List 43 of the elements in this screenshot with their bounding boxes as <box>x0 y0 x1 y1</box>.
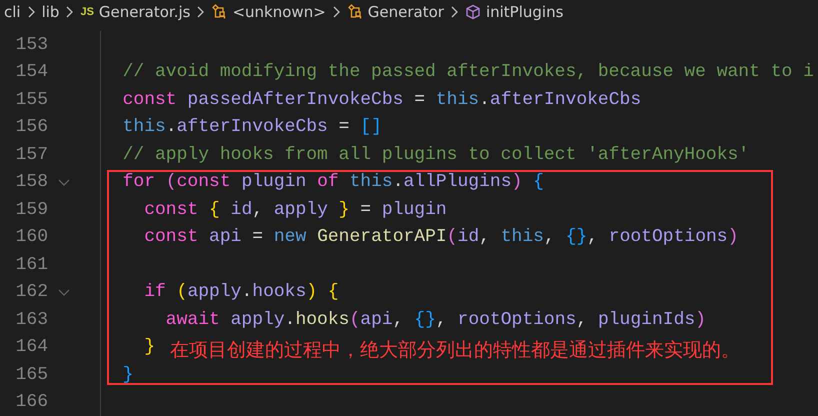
line-number: 155 <box>14 90 48 110</box>
chevron-down-icon[interactable] <box>58 288 70 296</box>
breadcrumb-item[interactable]: lib <box>42 3 60 21</box>
line-number: 164 <box>14 337 48 358</box>
chevron-right-icon <box>66 6 74 18</box>
code-line: // avoid modifying the passed afterInvokes, because we want to i <box>122 62 814 82</box>
line-number: 161 <box>14 254 48 275</box>
class-symbol-icon <box>211 4 228 20</box>
js-file-icon: JS <box>80 6 94 18</box>
chevron-right-icon <box>332 6 340 18</box>
line-number: 162 <box>14 282 48 302</box>
line-number: 153 <box>14 34 48 55</box>
code-line: } <box>122 364 134 385</box>
code-line: // apply hooks from all plugins to collect 'afterAnyHooks' <box>122 144 750 165</box>
code-line: for (const plugin of this.allPlugins) { <box>122 172 544 192</box>
code-line: const api = new GeneratorAPI(id, this, {}, rootOptions) <box>143 227 738 248</box>
line-number: 157 <box>14 144 48 165</box>
breadcrumb-item[interactable]: Generator.js <box>98 3 190 21</box>
line-number: 166 <box>14 392 48 412</box>
line-number: 163 <box>14 310 48 330</box>
line-number: 156 <box>14 117 48 138</box>
line-number: 159 <box>14 200 48 220</box>
chevron-right-icon <box>450 6 458 18</box>
cube-icon <box>464 4 481 20</box>
line-number: 154 <box>14 62 48 82</box>
breadcrumb-item[interactable]: cli <box>4 3 21 21</box>
code-line: } <box>143 337 156 358</box>
breadcrumb-item[interactable]: initPlugins <box>486 3 564 21</box>
annotation-text: 在项目创建的过程中，绝大部分列出的特性都是通过插件来实现的。 <box>170 338 740 363</box>
code-line: if (apply.hooks) { <box>143 282 339 302</box>
line-number: 160 <box>14 227 48 248</box>
chevron-right-icon <box>28 6 35 18</box>
class-symbol-icon <box>346 4 363 20</box>
code-line: await apply.hooks(api, {}, rootOptions, pluginIds) <box>164 310 706 330</box>
breadcrumb-item[interactable]: <unknown> <box>232 3 326 21</box>
line-number: 158 <box>14 172 48 192</box>
chevron-right-icon <box>197 6 204 18</box>
line-number: 165 <box>14 364 48 385</box>
code-line: const passedAfterInvokeCbs = this.afterInvokeCbs <box>122 90 642 110</box>
breadcrumb-item[interactable]: Generator <box>368 3 444 21</box>
chevron-down-icon[interactable] <box>58 178 70 186</box>
code-line: this.afterInvokeCbs = [] <box>122 117 382 138</box>
code-line: const { id, apply } = plugin <box>143 200 447 220</box>
